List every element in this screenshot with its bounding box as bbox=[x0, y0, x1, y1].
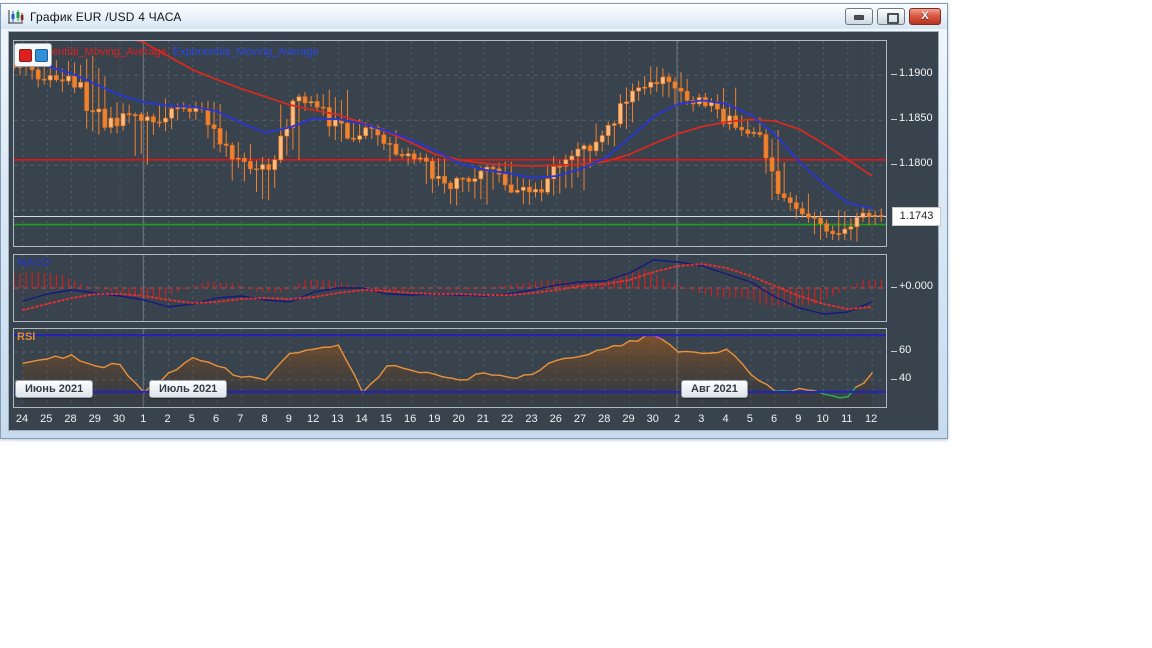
x-axis-label: 11 bbox=[841, 413, 853, 425]
macd-line bbox=[22, 259, 873, 315]
price-chart-svg[interactable] bbox=[14, 41, 886, 246]
rsi-label: RSI bbox=[17, 331, 36, 343]
close-button[interactable]: X bbox=[909, 8, 941, 25]
x-axis-label: 2 bbox=[164, 413, 171, 425]
x-axis-label: 9 bbox=[795, 413, 802, 425]
x-axis-label: 20 bbox=[452, 413, 465, 425]
window-controls: X bbox=[845, 8, 941, 25]
x-axis-label: 6 bbox=[770, 413, 778, 425]
indicator-legend bbox=[14, 43, 52, 67]
x-axis-label: 12 bbox=[306, 413, 320, 425]
macd-label: MACD bbox=[17, 257, 50, 269]
x-axis-label: 2 bbox=[673, 413, 681, 425]
x-axis-label: 7 bbox=[237, 413, 244, 425]
time-axis: 24 25 28 29 30 1 2 5 6 7 8 9 12 13 14 15 16 19 20 21 22 23 26 2… bbox=[9, 413, 889, 430]
ema-slow-swatch[interactable] bbox=[18, 48, 32, 62]
x-axis-label: 1 bbox=[140, 413, 147, 425]
price-tick-11800: 1.1800 bbox=[891, 157, 943, 169]
x-axis-label: 3 bbox=[698, 413, 705, 425]
legend-labels: ential_Moving_Average Exponential_Moving… bbox=[52, 46, 319, 58]
current-price-label: 1.1743 bbox=[892, 207, 941, 226]
x-axis-label: 30 bbox=[646, 413, 659, 425]
rsi-chart-svg[interactable] bbox=[14, 329, 886, 407]
ema-fast-line bbox=[22, 58, 873, 210]
x-axis-label: 15 bbox=[379, 413, 393, 425]
x-axis-label: 16 bbox=[404, 413, 417, 425]
macd-signal-line bbox=[22, 262, 874, 311]
rsi-tick-40: 40 bbox=[891, 372, 943, 384]
x-axis-label: 22 bbox=[501, 413, 514, 425]
x-axis-label: 5 bbox=[746, 413, 753, 425]
x-axis-label: 29 bbox=[88, 413, 101, 425]
x-axis-label: 26 bbox=[549, 413, 562, 425]
price-tick-11900: 1.1900 bbox=[891, 67, 943, 79]
x-axis-label: 28 bbox=[64, 413, 77, 425]
x-axis-label: 27 bbox=[573, 413, 587, 425]
x-axis-label: 14 bbox=[355, 413, 368, 425]
x-axis-label: 13 bbox=[331, 413, 344, 425]
x-axis-label: 10 bbox=[816, 413, 829, 425]
window-titlebar[interactable]: График EUR /USD 4 ЧАСА X bbox=[1, 4, 947, 29]
month-marker-july: Июль 2021 bbox=[149, 380, 228, 398]
macd-chart-svg[interactable] bbox=[14, 255, 886, 321]
x-axis-label: 23 bbox=[525, 413, 538, 425]
price-axis: 1.1900 1.1850 1.1800 1.1743 +0.000 60 40 bbox=[889, 32, 941, 430]
price-tick-11850: 1.1850 bbox=[891, 112, 943, 124]
price-panel[interactable]: ential_Moving_Average Exponential_Moving… bbox=[13, 40, 887, 247]
x-axis-label: 19 bbox=[428, 413, 441, 425]
x-axis-label: 8 bbox=[261, 413, 268, 425]
maximize-icon bbox=[887, 13, 899, 24]
window-title: График EUR /USD 4 ЧАСА bbox=[30, 9, 182, 24]
candles-group bbox=[14, 43, 884, 242]
x-axis-label: 30 bbox=[112, 413, 126, 425]
x-axis-label: 9 bbox=[285, 413, 292, 425]
candlestick-chart-icon bbox=[7, 9, 25, 25]
ema-fast-label: Exponential_Moving_Average bbox=[172, 46, 319, 58]
maximize-button[interactable] bbox=[877, 8, 905, 25]
month-marker-june: Июнь 2021 bbox=[15, 380, 94, 398]
x-axis-label: 4 bbox=[722, 413, 729, 425]
macd-tick-zero: +0.000 bbox=[891, 280, 943, 292]
x-axis-label: 24 bbox=[15, 413, 29, 425]
minimize-icon bbox=[854, 15, 864, 20]
x-axis-label: 5 bbox=[188, 413, 195, 425]
close-icon: X bbox=[921, 10, 929, 22]
rsi-tick-60: 60 bbox=[891, 344, 943, 356]
rsi-panel[interactable]: RSI bbox=[13, 328, 887, 408]
ema-fast-swatch[interactable] bbox=[34, 48, 48, 62]
x-axis-label: 28 bbox=[598, 413, 611, 425]
x-axis-label: 12 bbox=[864, 413, 878, 425]
month-marker-august: Авг 2021 bbox=[681, 380, 748, 398]
ema-slow-line bbox=[136, 41, 873, 177]
ema-slow-label: ential_Moving_Average bbox=[52, 46, 167, 58]
x-axis-label: 29 bbox=[622, 413, 635, 425]
chart-client-area: ential_Moving_Average Exponential_Moving… bbox=[8, 31, 941, 431]
minimize-button[interactable] bbox=[845, 8, 873, 25]
macd-panel[interactable]: MACD bbox=[13, 254, 887, 322]
x-axis-label: 21 bbox=[476, 413, 490, 425]
x-axis-label: 6 bbox=[213, 413, 220, 425]
x-axis-label: 25 bbox=[40, 413, 53, 425]
chart-window: График EUR /USD 4 ЧАСА X ential_Moving_A… bbox=[0, 3, 948, 439]
